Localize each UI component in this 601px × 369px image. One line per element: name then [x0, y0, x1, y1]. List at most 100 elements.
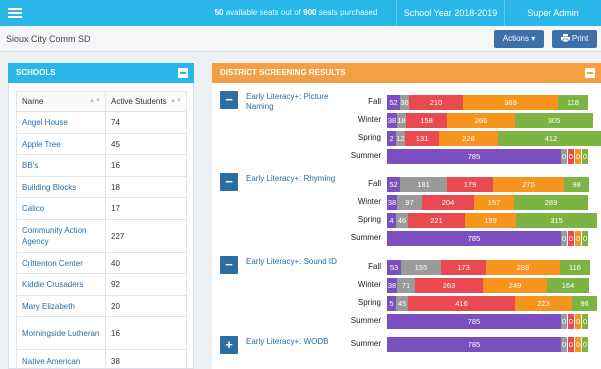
bar-segment[interactable]: 36 [400, 95, 409, 110]
bar-segment[interactable]: 0 [582, 314, 588, 329]
bar-segment[interactable]: 2 [387, 131, 396, 146]
collapse-test-button[interactable]: − [220, 173, 238, 191]
bar-segment[interactable]: 0 [561, 149, 567, 164]
bar-segment[interactable]: 0 [561, 231, 567, 246]
school-name-link[interactable]: Apple Tree [16, 133, 106, 155]
bar-segment[interactable]: 116 [560, 260, 590, 275]
table-row[interactable]: Calico 17 [16, 197, 187, 220]
bar-segment[interactable]: 785 [387, 337, 561, 352]
bar-segment[interactable]: 45 [396, 296, 408, 311]
school-name-link[interactable]: Calico [16, 197, 106, 220]
column-header-students[interactable]: Active Students ▲▼ [105, 91, 187, 112]
bar-segment[interactable]: 131 [405, 131, 439, 146]
table-row[interactable]: Morningside Lutheran 16 [16, 316, 187, 350]
bar-segment[interactable]: 71 [397, 278, 415, 293]
bar-segment[interactable]: 228 [439, 131, 498, 146]
bar-segment[interactable]: 38 [387, 278, 397, 293]
table-row[interactable]: BB's 16 [16, 154, 187, 177]
bar-segment[interactable]: 785 [387, 149, 561, 164]
bar-segment[interactable]: 164 [547, 278, 589, 293]
bar-segment[interactable]: 155 [401, 260, 441, 275]
collapse-icon[interactable] [178, 68, 188, 78]
bar-segment[interactable]: 98 [564, 177, 589, 192]
bar-segment[interactable]: 249 [483, 278, 547, 293]
actions-button[interactable]: Actions ▾ [494, 30, 544, 48]
bar-segment[interactable]: 315 [516, 213, 597, 228]
bar-segment[interactable]: 0 [561, 314, 567, 329]
table-row[interactable]: Native American 38 [16, 349, 187, 369]
bar-segment[interactable]: 785 [387, 231, 561, 246]
school-year-selector[interactable]: School Year 2018-2019 [397, 0, 504, 26]
bar-segment[interactable]: 0 [582, 337, 588, 352]
school-name-link[interactable]: Morningside Lutheran [16, 316, 106, 350]
bar-segment[interactable]: 0 [568, 149, 574, 164]
user-menu[interactable]: Super Admin [505, 0, 601, 26]
bar-segment[interactable]: 210 [409, 95, 463, 110]
table-row[interactable]: Mary Elizabeth 20 [16, 295, 187, 317]
table-row[interactable]: Apple Tree 45 [16, 133, 187, 155]
bar-segment[interactable]: 38 [387, 113, 397, 128]
table-row[interactable]: Community Action Agency 227 [16, 219, 187, 253]
collapse-test-button[interactable]: − [220, 256, 238, 274]
bar-segment[interactable]: 52 [387, 177, 400, 192]
school-name-link[interactable]: Building Blocks [16, 176, 106, 198]
bar-segment[interactable]: 785 [387, 314, 561, 329]
collapse-icon[interactable] [585, 68, 595, 78]
school-name-link[interactable]: Mary Elizabeth [16, 295, 106, 317]
school-name-link[interactable]: Angel House [16, 111, 106, 134]
bar-segment[interactable]: 158 [406, 113, 447, 128]
bar-segment[interactable]: 97 [397, 195, 422, 210]
bar-segment[interactable]: 204 [422, 195, 474, 210]
table-row[interactable]: Angel House 74 [16, 111, 187, 134]
bar-segment[interactable]: 173 [441, 260, 486, 275]
menu-icon[interactable] [8, 6, 22, 20]
bar-segment[interactable]: 263 [415, 278, 483, 293]
bar-segment[interactable]: 179 [447, 177, 493, 192]
bar-segment[interactable]: 223 [515, 296, 572, 311]
sort-icon[interactable]: ▲▼ [170, 98, 182, 104]
bar-segment[interactable]: 369 [463, 95, 558, 110]
bar-segment[interactable]: 53 [387, 260, 401, 275]
bar-segment[interactable]: 289 [514, 195, 588, 210]
print-button[interactable]: Print [552, 30, 597, 48]
bar-segment[interactable]: 0 [575, 149, 581, 164]
test-name-link[interactable]: Early Literacy+: Picture Naming [246, 92, 346, 112]
bar-segment[interactable]: 221 [408, 213, 465, 228]
bar-segment[interactable]: 18 [397, 113, 406, 128]
bar-segment[interactable]: 0 [568, 231, 574, 246]
bar-segment[interactable]: 52 [387, 95, 400, 110]
bar-segment[interactable]: 12 [396, 131, 405, 146]
bar-segment[interactable]: 0 [575, 314, 581, 329]
school-name-link[interactable]: Native American [16, 349, 106, 369]
bar-segment[interactable]: 305 [515, 113, 593, 128]
sort-icon[interactable]: ▲▼ [89, 98, 101, 104]
bar-segment[interactable]: 0 [568, 314, 574, 329]
bar-segment[interactable]: 38 [387, 195, 397, 210]
table-row[interactable]: Crittenton Center 40 [16, 252, 187, 274]
bar-segment[interactable]: 181 [400, 177, 447, 192]
bar-segment[interactable]: 0 [575, 337, 581, 352]
bar-segment[interactable]: 0 [568, 337, 574, 352]
school-name-link[interactable]: Crittenton Center [16, 252, 106, 274]
bar-segment[interactable]: 157 [474, 195, 514, 210]
bar-segment[interactable]: 0 [561, 337, 567, 352]
table-row[interactable]: Kiddie Crusaders 92 [16, 273, 187, 296]
school-name-link[interactable]: Kiddie Crusaders [16, 273, 106, 296]
test-name-link[interactable]: Early Literacy+: WODB [246, 337, 346, 347]
bar-segment[interactable]: 0 [582, 149, 588, 164]
bar-segment[interactable]: 118 [558, 95, 588, 110]
test-name-link[interactable]: Early Literacy+: Sound ID [246, 257, 346, 267]
expand-test-button[interactable]: + [220, 336, 238, 354]
bar-segment[interactable]: 46 [396, 213, 408, 228]
bar-segment[interactable]: 96 [572, 296, 597, 311]
school-name-link[interactable]: BB's [16, 154, 106, 177]
bar-segment[interactable]: 4 [387, 213, 396, 228]
bar-segment[interactable]: 199 [465, 213, 516, 228]
table-row[interactable]: Building Blocks 18 [16, 176, 187, 198]
school-name-link[interactable]: Community Action Agency [16, 219, 106, 253]
bar-segment[interactable]: 275 [493, 177, 564, 192]
bar-segment[interactable]: 266 [447, 113, 515, 128]
test-name-link[interactable]: Early Literacy+: Rhyming [246, 174, 346, 184]
column-header-name[interactable]: Name ▲▼ [16, 91, 106, 112]
bar-segment[interactable]: 0 [575, 231, 581, 246]
